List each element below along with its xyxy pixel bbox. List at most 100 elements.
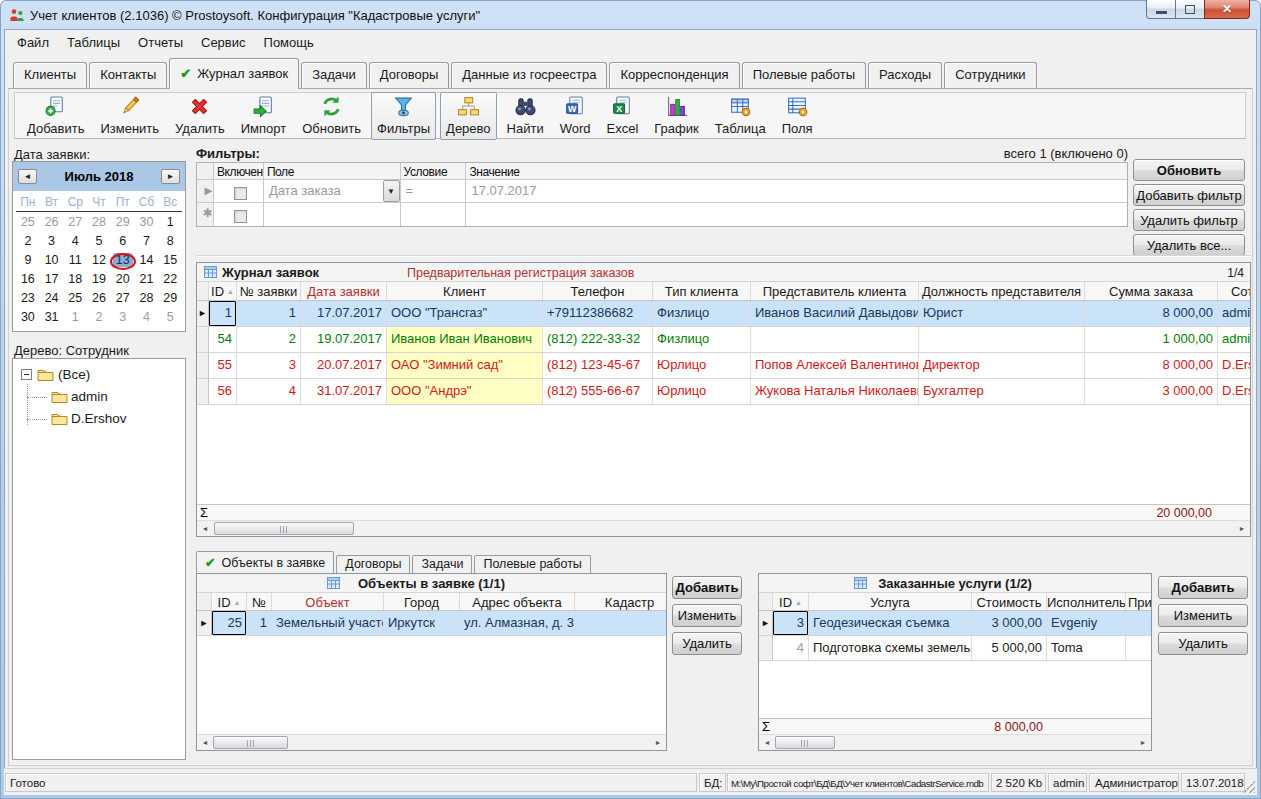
column-header-2[interactable]: №: [247, 593, 272, 610]
toolbar-button-refresh[interactable]: Обновить: [296, 92, 367, 140]
menu-item-5[interactable]: Помощь: [255, 33, 323, 52]
calendar-day[interactable]: 25: [63, 289, 87, 308]
column-header-2[interactable]: Услуга: [809, 593, 972, 610]
cell[interactable]: Геодезическая съемка: [809, 611, 972, 635]
filter-condition-cell[interactable]: =: [401, 180, 467, 202]
filter-button-4[interactable]: Удалить все...: [1133, 234, 1245, 256]
cell[interactable]: [751, 327, 919, 352]
cell[interactable]: [575, 611, 667, 635]
column-header-1[interactable]: ID▲: [212, 593, 247, 610]
cell[interactable]: Юрлицо: [653, 379, 751, 404]
minimize-button[interactable]: [1146, 0, 1176, 19]
cell[interactable]: admin: [1218, 301, 1251, 326]
panel-button-добавить[interactable]: Добавить: [672, 576, 742, 599]
cell[interactable]: Иванов Василий Давыдович: [751, 301, 919, 326]
column-header-5[interactable]: Примечание: [1126, 593, 1152, 610]
calendar-day[interactable]: 3: [40, 232, 64, 251]
calendar-day[interactable]: 18: [63, 270, 87, 289]
horizontal-scrollbar[interactable]: ◄►: [759, 734, 1151, 750]
cell[interactable]: (812) 222-33-32: [543, 327, 653, 352]
tab-клиенты[interactable]: Клиенты: [13, 62, 87, 88]
calendar-day[interactable]: 26: [40, 213, 64, 232]
cell[interactable]: (812) 555-66-67: [543, 379, 653, 404]
calendar-day[interactable]: 1: [158, 213, 182, 232]
menu-item-4[interactable]: Сервис: [192, 33, 255, 52]
filter-row-1[interactable]: ►Дата заказа▼=17.07.2017: [197, 180, 1127, 203]
toolbar-button-excel[interactable]: XExcel: [601, 92, 645, 140]
scroll-left-arrow[interactable]: ◄: [759, 735, 775, 750]
calendar-day[interactable]: 2: [16, 232, 40, 251]
calendar-day[interactable]: 5: [87, 232, 111, 251]
cell[interactable]: Юрист: [919, 301, 1085, 326]
tree-expander[interactable]: [21, 369, 32, 380]
cell[interactable]: Попов Алексей Валентинович: [751, 353, 919, 378]
cell[interactable]: D.Ershov: [1218, 353, 1251, 378]
table-row-1[interactable]: ►3Геодезическая съемка3 000,00Evgeniy: [759, 611, 1151, 636]
column-header-1[interactable]: ID▲: [209, 282, 237, 300]
calendar-day[interactable]: 16: [16, 270, 40, 289]
filter-field-cell[interactable]: Дата заказа▼: [264, 180, 401, 202]
column-header-10[interactable]: Сотрудник: [1218, 282, 1251, 300]
tree-item-dershov[interactable]: D.Ershov: [13, 408, 185, 430]
column-header-6[interactable]: Тип клиента: [653, 282, 751, 300]
tree-item-admin[interactable]: admin: [13, 386, 185, 408]
column-header-5[interactable]: Телефон: [543, 282, 653, 300]
calendar-day[interactable]: 20: [111, 270, 135, 289]
calendar-day[interactable]: 12: [87, 251, 111, 270]
cell[interactable]: 3: [237, 353, 301, 378]
cell[interactable]: 17.07.2017: [301, 301, 387, 326]
panel-button-изменить[interactable]: Изменить: [672, 604, 742, 627]
calendar-day[interactable]: 1: [63, 308, 87, 327]
calendar-day[interactable]: 21: [135, 270, 159, 289]
calendar-day[interactable]: 26: [87, 289, 111, 308]
filter-button-3[interactable]: Удалить фильтр: [1133, 209, 1245, 231]
column-header-7[interactable]: Представитель клиента: [751, 282, 919, 300]
calendar-day[interactable]: 4: [63, 232, 87, 251]
toolbar-button-word[interactable]: WWord: [554, 92, 597, 140]
cell[interactable]: 3: [773, 611, 809, 635]
calendar-day[interactable]: 27: [63, 213, 87, 232]
bottom-tab-договоры[interactable]: Договоры: [336, 555, 410, 573]
bottom-tab-полевые-работы[interactable]: Полевые работы: [474, 555, 590, 573]
toolbar-button-find[interactable]: Найти: [501, 92, 550, 140]
scroll-left-arrow[interactable]: ◄: [197, 521, 213, 536]
column-header-4[interactable]: Исполнитель: [1047, 593, 1126, 610]
cell[interactable]: D.Ershov: [1218, 379, 1251, 404]
tab-данные-из-госреестра[interactable]: Данные из госреестра: [451, 62, 607, 88]
cell[interactable]: 5 000,00: [972, 636, 1047, 660]
toolbar-button-edit[interactable]: Изменить: [94, 92, 165, 140]
scroll-right-arrow[interactable]: ►: [650, 735, 666, 750]
calendar-day[interactable]: 22: [158, 270, 182, 289]
cell[interactable]: 1: [247, 611, 272, 635]
scroll-thumb[interactable]: [213, 736, 288, 749]
horizontal-scrollbar[interactable]: ◄►: [197, 734, 666, 750]
calendar-day[interactable]: 9: [16, 251, 40, 270]
panel-button-удалить[interactable]: Удалить: [672, 632, 742, 655]
cell[interactable]: Бухгалтер: [919, 379, 1085, 404]
cell[interactable]: 1 000,00: [1085, 327, 1218, 352]
column-header-3[interactable]: Стоимость: [972, 593, 1047, 610]
column-header-4[interactable]: Клиент: [387, 282, 543, 300]
cell[interactable]: ООО "Трансгаз": [387, 301, 543, 326]
column-header-6[interactable]: Кадастр: [575, 593, 667, 610]
cell[interactable]: Жукова Наталья Николаевна: [751, 379, 919, 404]
cell[interactable]: 8 000,00: [1085, 353, 1218, 378]
scroll-left-arrow[interactable]: ◄: [197, 735, 213, 750]
cell[interactable]: (812) 123-45-67: [543, 353, 653, 378]
menu-item-1[interactable]: Файл: [8, 33, 58, 52]
calendar-day[interactable]: 14: [135, 251, 159, 270]
toolbar-button-add[interactable]: Добавить: [21, 92, 90, 140]
tab-сотрудники[interactable]: Сотрудники: [944, 62, 1036, 88]
cell[interactable]: Иркутск: [384, 611, 460, 635]
resize-grip[interactable]: [1243, 781, 1255, 793]
cell[interactable]: 56: [209, 379, 237, 404]
menu-item-3[interactable]: Отчеты: [129, 33, 192, 52]
table-row-2[interactable]: 54219.07.2017Иванов Иван Иванович(812) 2…: [197, 327, 1250, 353]
table-row-1[interactable]: ►251Земельный участокИркутскул. Алмазная…: [197, 611, 666, 636]
calendar-day[interactable]: 10: [40, 251, 64, 270]
table-row-2[interactable]: 4Подготовка схемы земельного участка5 00…: [759, 636, 1151, 661]
filter-row-2[interactable]: ✱: [197, 203, 1127, 226]
column-header-1[interactable]: ID▲: [773, 593, 809, 610]
panel-button-изменить[interactable]: Изменить: [1158, 604, 1248, 627]
filter-enabled-cell[interactable]: [214, 180, 264, 202]
